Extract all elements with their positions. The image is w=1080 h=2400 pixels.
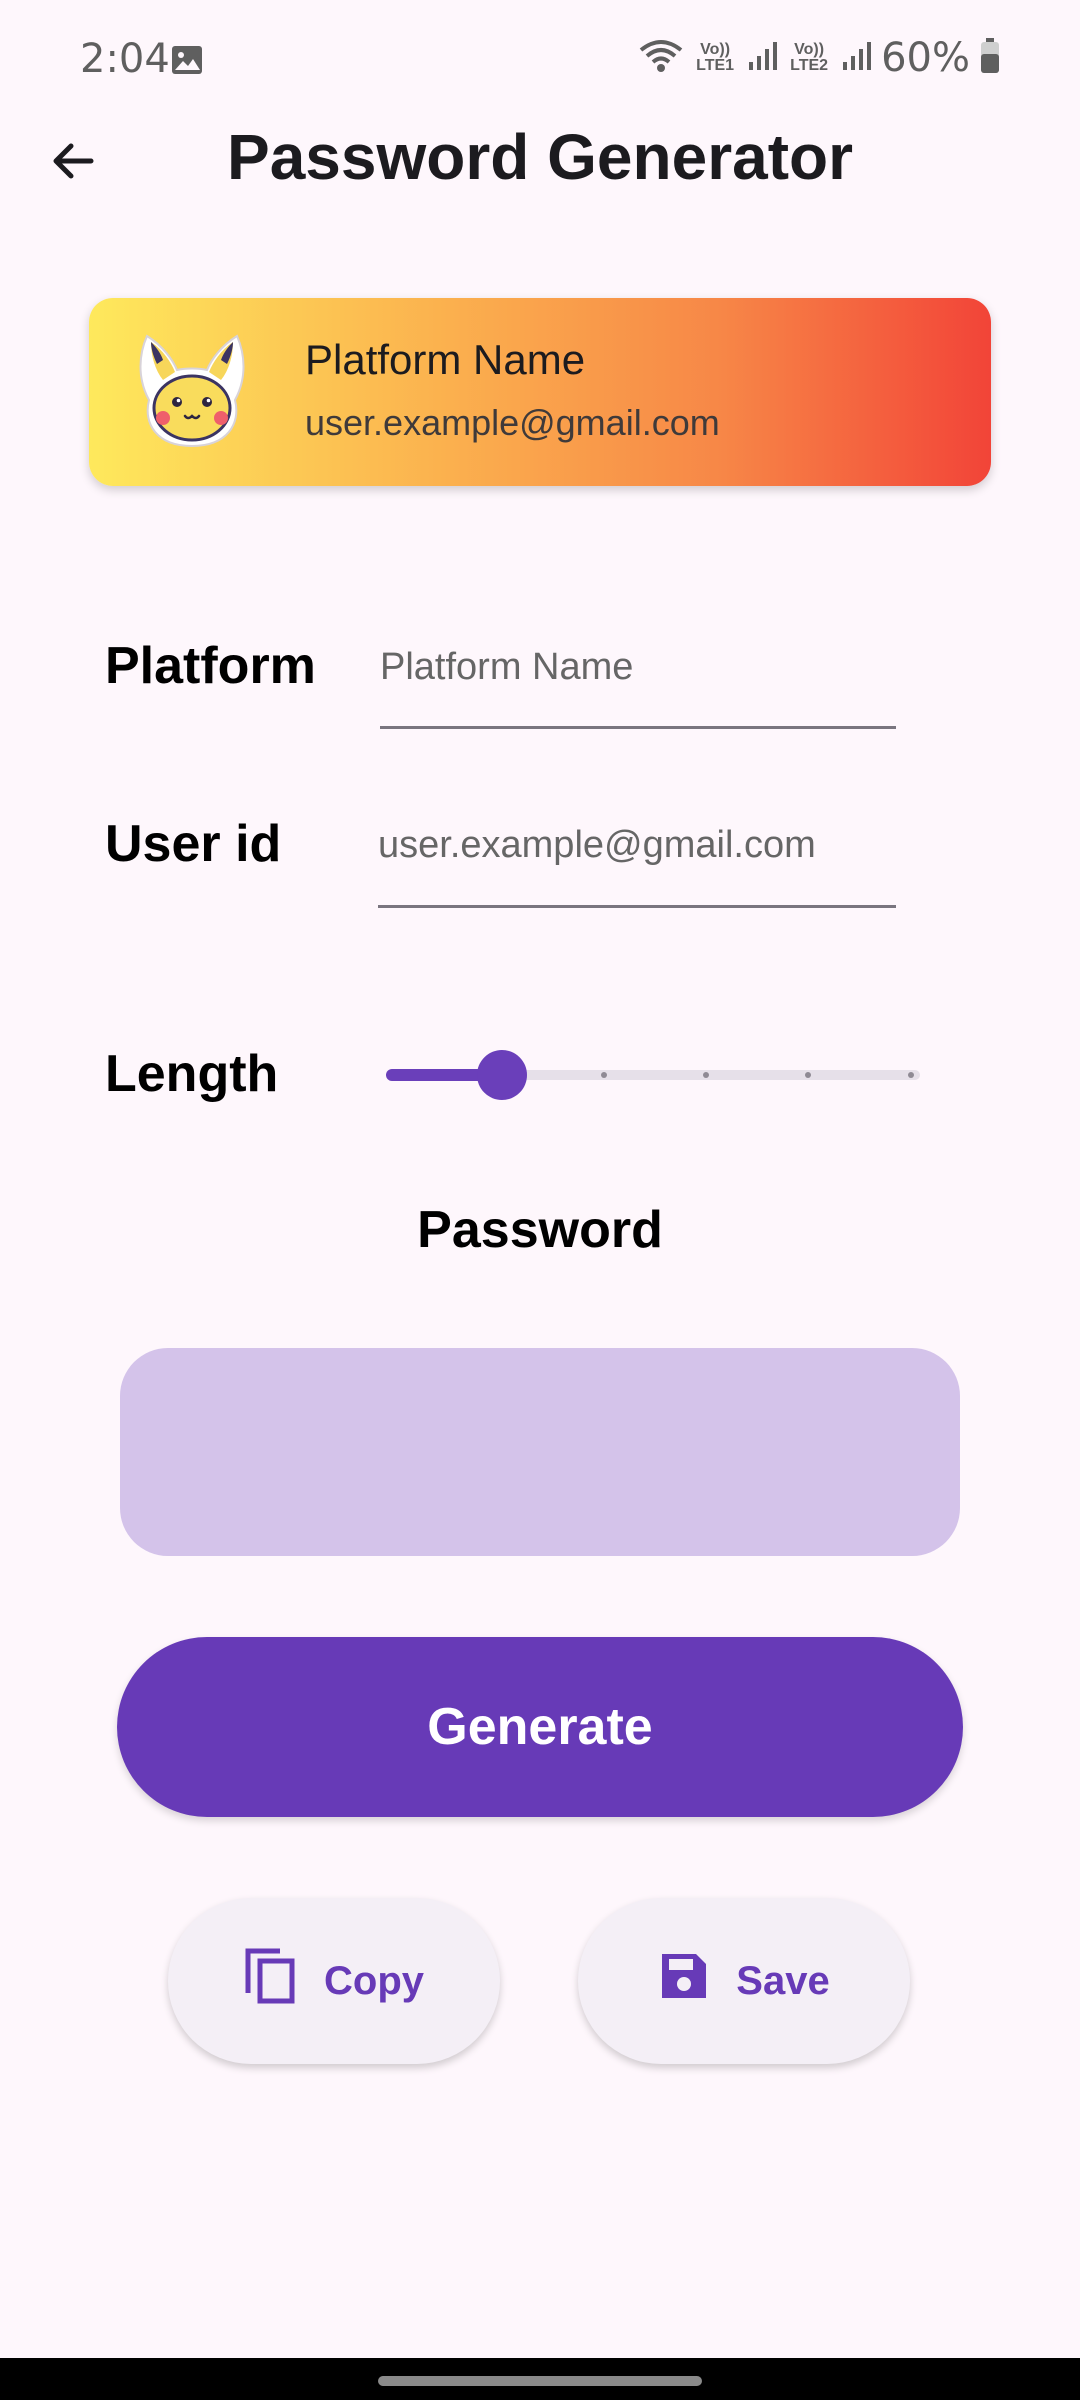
page-title: Password Generator [227, 121, 853, 193]
copy-button-label: Copy [324, 1958, 424, 2003]
userid-label: User id [105, 815, 282, 873]
userid-input[interactable] [378, 820, 896, 870]
network-1-label: Vo)) LTE1 [696, 41, 735, 74]
battery-percent: 60% [881, 35, 970, 81]
platform-input-underline [380, 726, 896, 729]
wifi-icon [639, 38, 683, 79]
copy-icon [244, 1947, 298, 2015]
slider-tick-end [908, 1072, 914, 1078]
platform-label: Platform [105, 637, 316, 695]
image-icon [170, 44, 204, 76]
network-2-label: Vo)) LTE2 [790, 41, 829, 74]
account-preview-card: Platform Name user.example@gmail.com [89, 298, 991, 486]
card-user-email: user.example@gmail.com [305, 402, 720, 443]
battery-icon [980, 37, 1000, 79]
platform-input[interactable] [380, 642, 895, 692]
card-platform-name: Platform Name [305, 336, 586, 383]
signal-2-icon [841, 40, 872, 77]
slider-thumb[interactable] [477, 1050, 527, 1100]
save-button-label: Save [736, 1958, 830, 2003]
slider-tick [703, 1072, 709, 1078]
save-icon [658, 1950, 710, 2012]
home-gesture-handle[interactable] [378, 2376, 702, 2386]
slider-tick [601, 1072, 607, 1078]
generate-button[interactable]: Generate [117, 1637, 963, 1817]
copy-button[interactable]: Copy [168, 1898, 500, 2064]
generate-button-label: Generate [427, 1698, 653, 1756]
pikachu-avatar [129, 328, 255, 454]
status-time: 2:04 [80, 36, 170, 82]
signal-1-icon [747, 40, 778, 77]
length-slider[interactable] [380, 1040, 920, 1110]
password-output-box [120, 1348, 960, 1556]
status-icons: Vo)) LTE1 Vo)) LTE2 60% [639, 34, 1000, 82]
userid-input-underline [378, 905, 896, 908]
slider-tick [805, 1072, 811, 1078]
length-label: Length [105, 1045, 279, 1103]
password-title: Password [417, 1201, 663, 1259]
save-button[interactable]: Save [578, 1898, 910, 2064]
